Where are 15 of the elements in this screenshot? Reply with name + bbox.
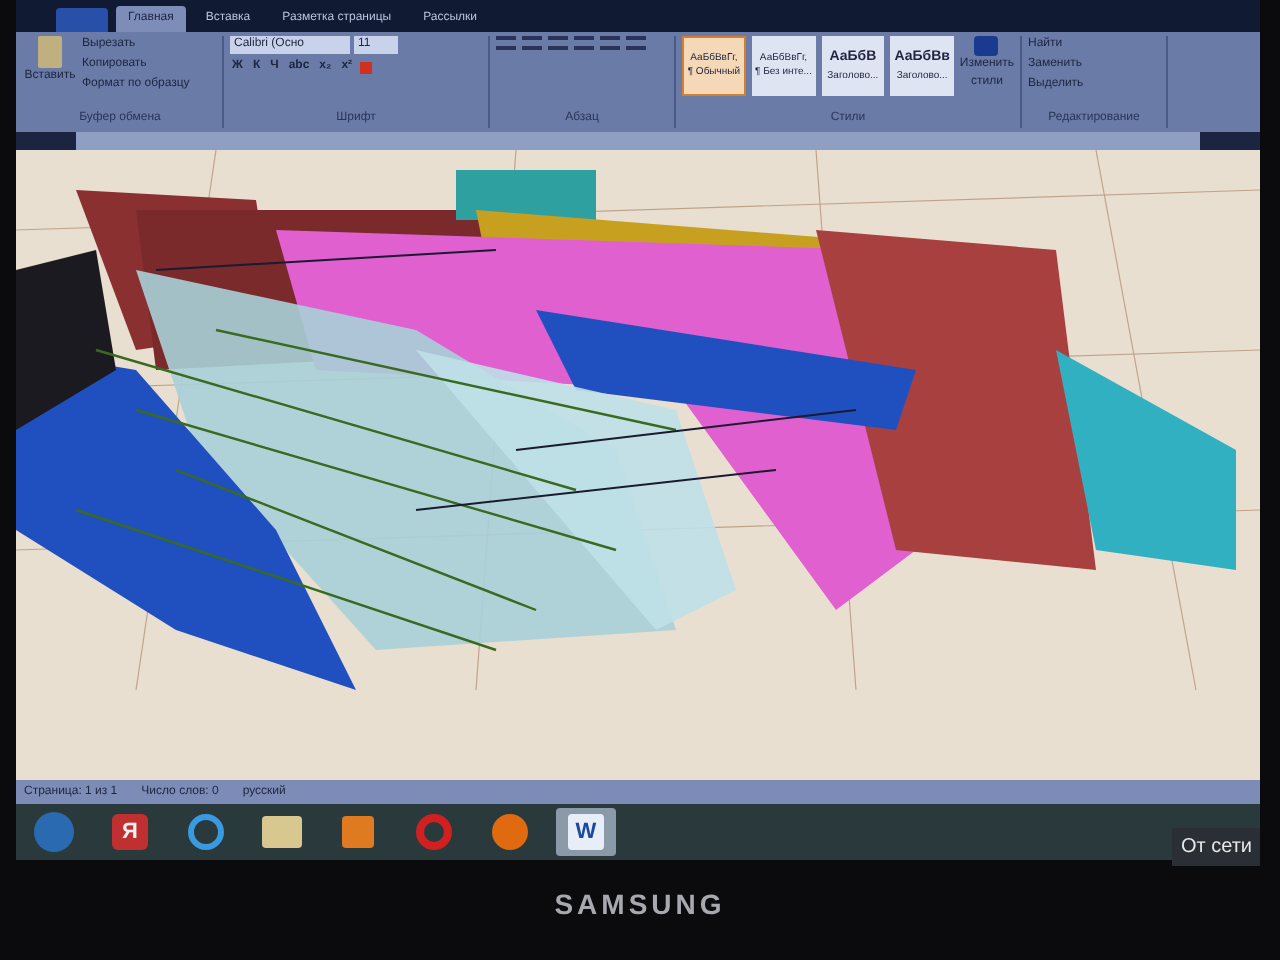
word-icon: W [568, 814, 604, 850]
start-orb-icon [34, 812, 74, 852]
browser-icon [492, 814, 528, 850]
browser-icon [416, 814, 452, 850]
folder-icon [262, 816, 302, 848]
taskbar-button[interactable]: W [556, 808, 616, 856]
font-color-icon[interactable] [360, 61, 373, 73]
tooltip: От сети [1172, 828, 1260, 866]
media-player-icon [342, 816, 374, 848]
browser-icon: Я [112, 814, 148, 850]
styles-icon [974, 36, 999, 56]
browser-icon [188, 814, 224, 850]
taskbar-button[interactable]: Я [100, 808, 160, 856]
brand-logo: SAMSUNG [554, 886, 726, 924]
clipboard-icon [38, 36, 62, 68]
